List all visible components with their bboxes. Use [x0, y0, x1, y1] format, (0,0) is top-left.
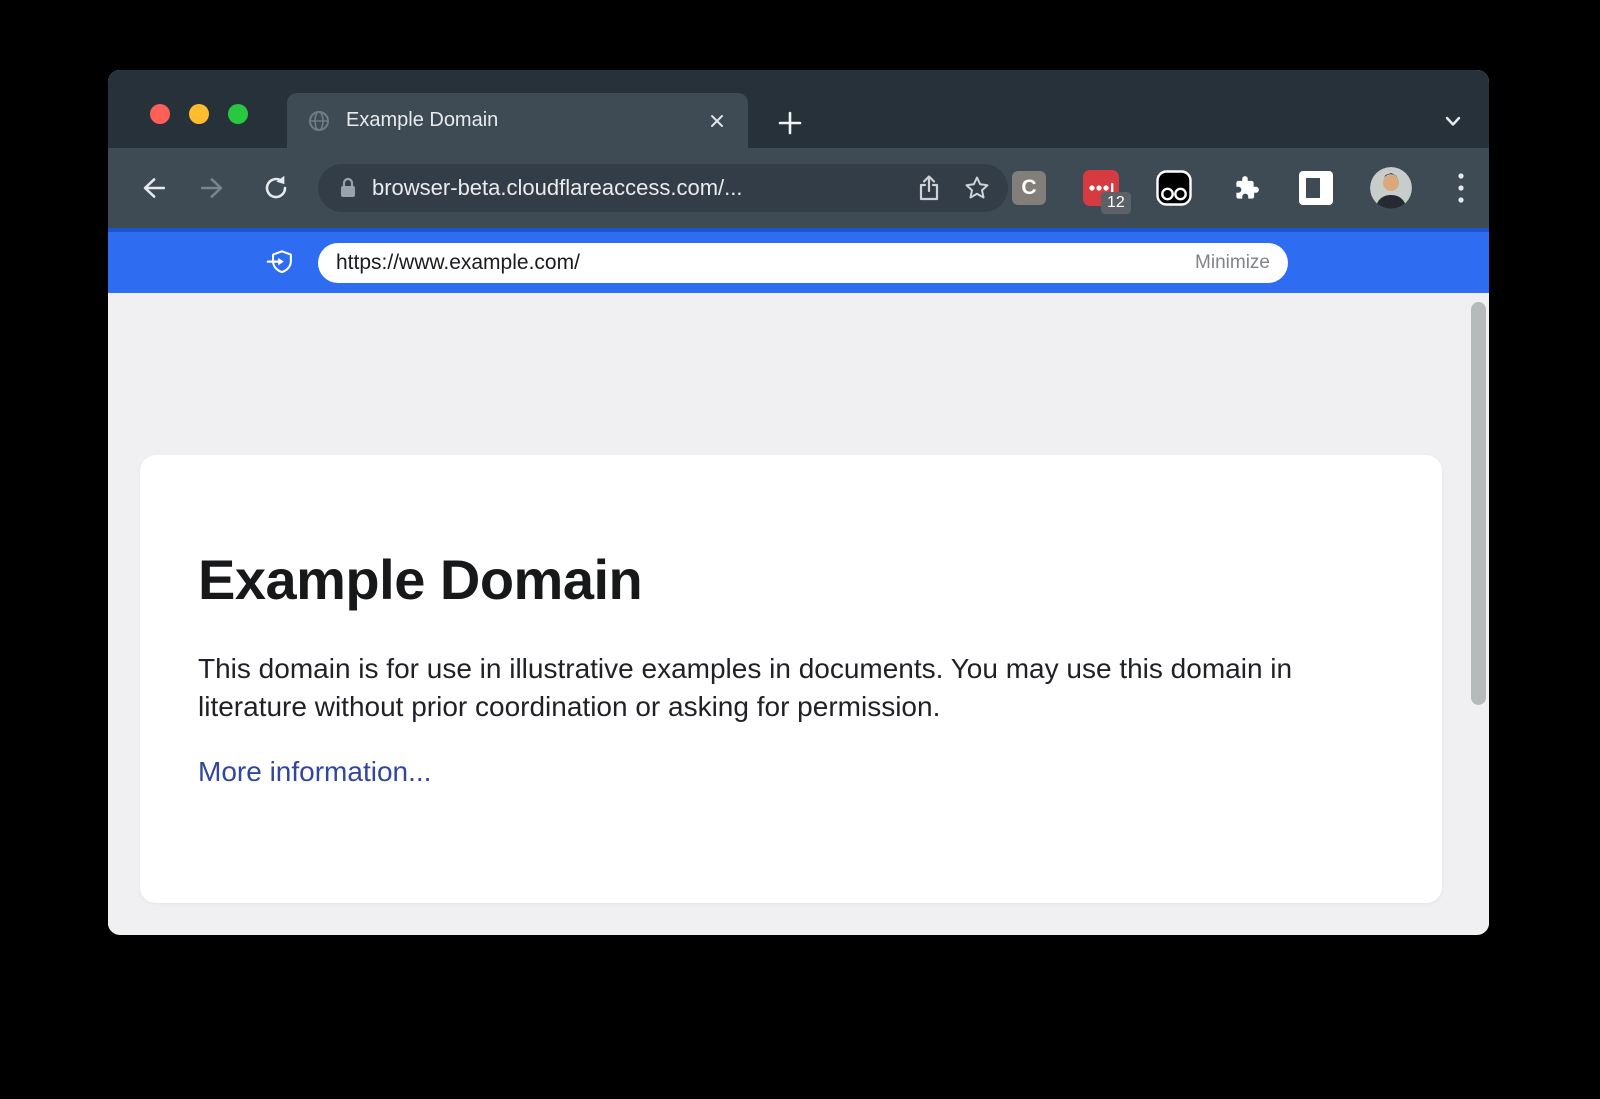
extension-camera-icon[interactable]: [1156, 170, 1192, 206]
page-viewport: Example Domain This domain is for use in…: [108, 293, 1489, 931]
share-icon[interactable]: [912, 171, 946, 205]
isolated-url-field[interactable]: https://www.example.com/ Minimize: [318, 243, 1288, 283]
isolation-shield-icon: [266, 248, 296, 278]
browser-menu-icon[interactable]: [1449, 168, 1473, 208]
more-information-link[interactable]: More information...: [198, 756, 431, 788]
back-button[interactable]: [136, 172, 168, 204]
address-bar[interactable]: browser-beta.cloudflareaccess.com/...: [318, 164, 1008, 212]
lock-icon: [338, 176, 358, 200]
tab-close-icon[interactable]: [702, 106, 732, 136]
traffic-lights: [150, 104, 248, 124]
browser-window: Example Domain: [108, 70, 1489, 935]
tab-title: Example Domain: [346, 109, 702, 132]
new-tab-button[interactable]: [772, 105, 808, 141]
tab-strip: Example Domain: [108, 70, 1489, 148]
profile-avatar[interactable]: [1370, 167, 1412, 209]
extensions-area: C 12: [1012, 148, 1473, 228]
extension-lastpass-icon[interactable]: 12: [1083, 170, 1119, 206]
tab-search-chevron-icon[interactable]: [1439, 107, 1467, 135]
page-title: Example Domain: [198, 547, 1382, 612]
bookmark-star-icon[interactable]: [960, 171, 994, 205]
extensions-puzzle-icon[interactable]: [1228, 171, 1262, 205]
close-window-button[interactable]: [150, 104, 170, 124]
forward-button[interactable]: [198, 172, 230, 204]
side-panel-icon[interactable]: [1299, 171, 1333, 205]
tab-example-domain[interactable]: Example Domain: [287, 93, 748, 148]
reload-button[interactable]: [260, 172, 292, 204]
isolation-bar: https://www.example.com/ Minimize: [108, 228, 1489, 293]
extension-c-icon[interactable]: C: [1012, 171, 1046, 205]
address-bar-url: browser-beta.cloudflareaccess.com/...: [372, 175, 898, 201]
globe-favicon-icon: [307, 109, 331, 133]
vertical-scrollbar[interactable]: [1471, 302, 1486, 705]
isolated-url-text: https://www.example.com/: [336, 251, 580, 275]
browser-toolbar: browser-beta.cloudflareaccess.com/... C: [108, 148, 1489, 228]
minimize-bar-button[interactable]: Minimize: [1195, 252, 1270, 274]
minimize-window-button[interactable]: [189, 104, 209, 124]
page-paragraph: This domain is for use in illustrative e…: [198, 650, 1343, 726]
extension-badge-count: 12: [1101, 192, 1131, 214]
zoom-window-button[interactable]: [228, 104, 248, 124]
example-domain-card: Example Domain This domain is for use in…: [140, 455, 1442, 903]
